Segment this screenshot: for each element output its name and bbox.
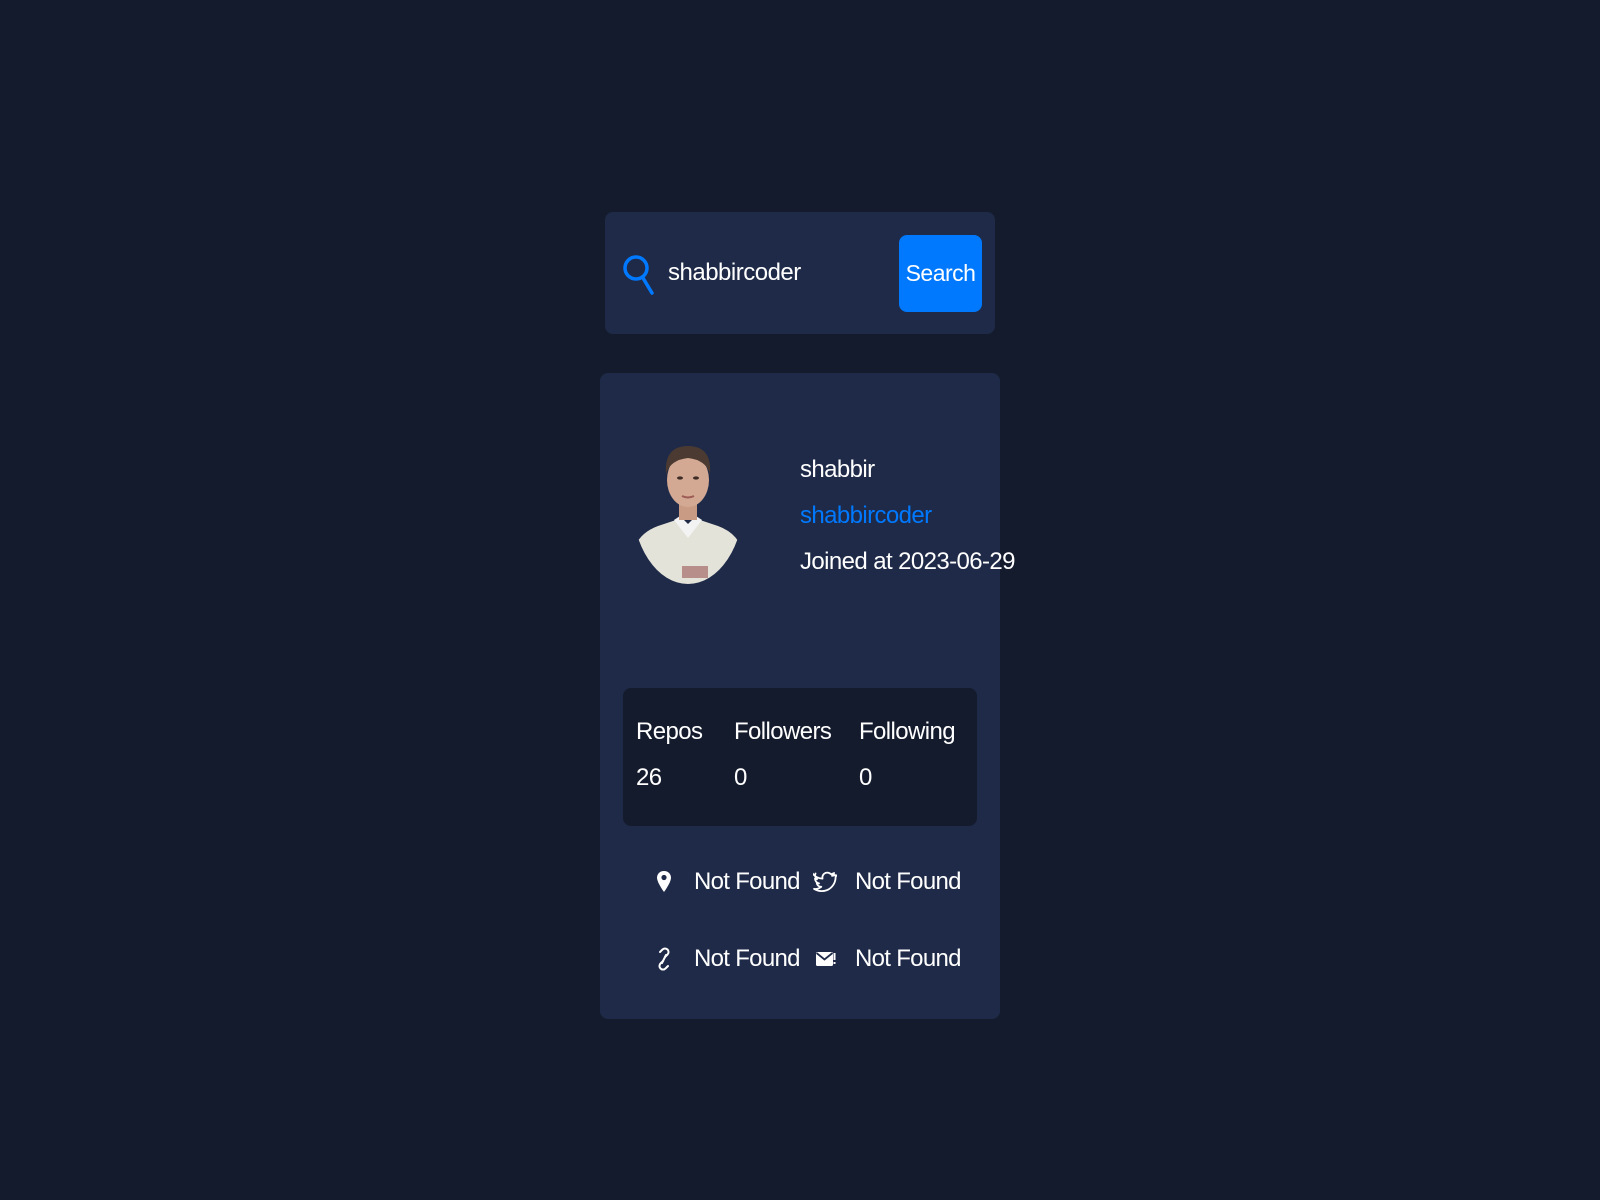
location-link: Not Found	[652, 864, 800, 900]
user-meta: shabbir shabbircoder Joined at 2023-06-2…	[800, 456, 1015, 576]
stat-following: Following 0	[859, 718, 956, 792]
location-text: Not Found	[694, 868, 800, 895]
stat-followers: Followers 0	[734, 718, 832, 792]
twitter-icon	[813, 871, 837, 892]
mail-icon	[815, 952, 836, 966]
stat-repos: Repos 26	[636, 718, 703, 792]
stat-value: 0	[859, 764, 872, 791]
link-icon	[658, 947, 670, 971]
profile-card: shabbir shabbircoder Joined at 2023-06-2…	[600, 373, 1015, 1019]
stat-label: Following	[859, 718, 956, 745]
twitter-link: Not Found	[813, 864, 961, 900]
avatar	[632, 416, 744, 584]
user-name: shabbir	[800, 456, 875, 483]
twitter-text: Not Found	[855, 868, 961, 895]
email-text: Not Found	[855, 945, 961, 972]
stat-value: 0	[734, 764, 747, 791]
website-link: Not Found	[652, 941, 800, 977]
email-link: Not Found	[813, 941, 961, 977]
user-joined-date: Joined at 2023-06-29	[800, 548, 1015, 575]
stat-label: Repos	[636, 718, 703, 745]
website-text: Not Found	[694, 945, 800, 972]
search-icon	[623, 255, 654, 295]
user-login-link[interactable]: shabbircoder	[800, 502, 1015, 530]
stat-label: Followers	[734, 718, 832, 745]
map-pin-icon	[657, 871, 671, 892]
stat-value: 26	[636, 764, 662, 791]
search-button[interactable]: Search	[899, 235, 982, 312]
search-bar: Search	[605, 212, 995, 334]
search-input[interactable]	[668, 250, 888, 296]
stats-box: Repos 26 Followers 0 Following 0	[623, 688, 977, 826]
